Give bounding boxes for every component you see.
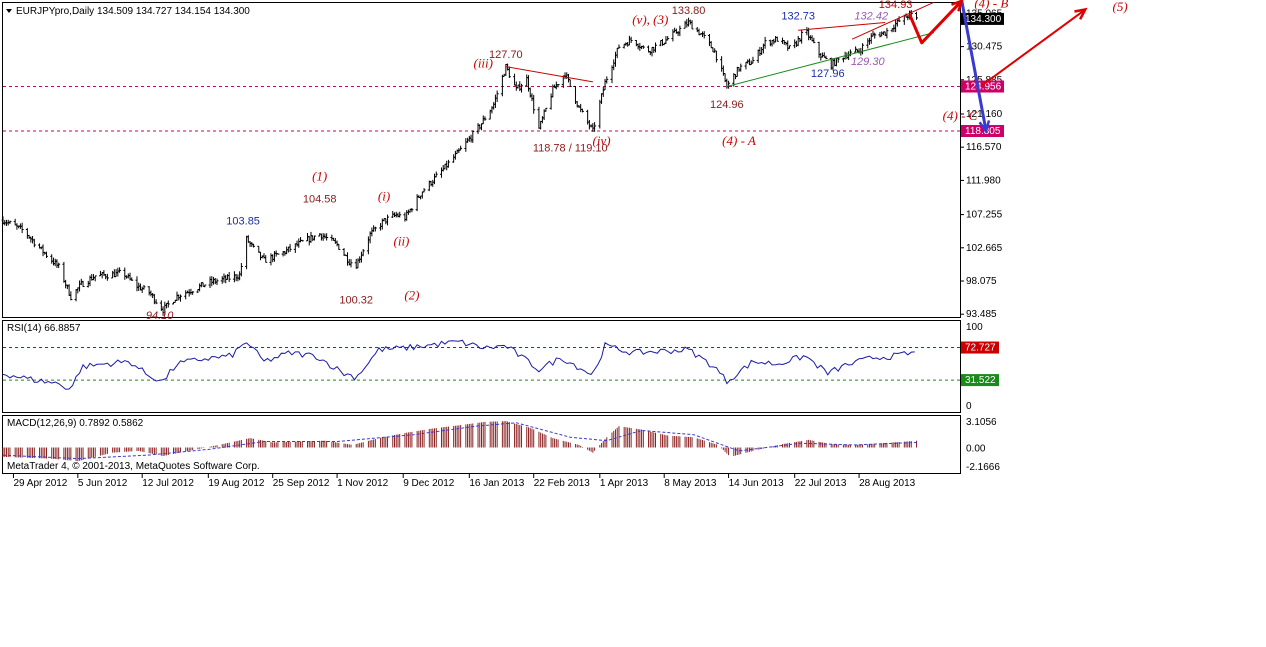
macd-y-tick-label: 3.1056 (966, 417, 997, 428)
macd-title: MACD(12,26,9) 0.7892 0.5862 (7, 418, 144, 429)
rsi-level-label: 31.522 (965, 375, 996, 386)
price-y-tick-label: 98.075 (966, 276, 997, 287)
chart-window: 93.485 98.075 102.665 107.255 111.980 116.570… (1, 0, 1128, 489)
wave-annotation: 127.70 (489, 49, 523, 61)
wave-annotation: (v), (3) (632, 12, 668, 27)
x-tick-label: 1 Apr 2013 (600, 478, 649, 489)
rsi-y-tick-label: 0 (966, 401, 972, 412)
x-axis: 29 Apr 2012 5 Jun 2012 12 Jul 2012 19 Aug 2… (12, 474, 916, 489)
macd-y-tick-label: 0.00 (966, 444, 986, 455)
wave-annotation: (4) - B (974, 0, 1008, 10)
x-tick-label: 9 Dec 2012 (403, 478, 455, 489)
wave-annotation: (4) - C (943, 108, 978, 123)
wave-annotation: 129.30 (851, 56, 886, 68)
wave-annotation: (4) - A (722, 133, 756, 148)
price-y-tick-label: 93.485 (966, 309, 997, 320)
wave-annotation: (1) (312, 168, 327, 183)
wave-annotation: 100.32 (339, 294, 373, 306)
x-tick-label: 29 Apr 2012 (13, 478, 67, 489)
copyright-text: MetaTrader 4, © 2001-2013, MetaQuotes So… (7, 461, 260, 472)
x-tick-label: 5 Jun 2012 (78, 478, 128, 489)
x-tick-label: 12 Jul 2012 (142, 478, 194, 489)
rsi-y-tick-label: 100 (966, 322, 983, 333)
wave-annotation: 132.42 (854, 11, 888, 23)
wave-annotation: (iv) (593, 133, 611, 148)
price-panel (2, 2, 961, 318)
wave-annotation: (i) (378, 189, 390, 204)
wave-annotation: 124.96 (710, 99, 744, 111)
x-tick-label: 25 Sep 2012 (273, 478, 330, 489)
x-tick-label: 16 Jan 2013 (469, 478, 524, 489)
price-y-tick-label: 111.980 (966, 175, 1001, 186)
x-tick-label: 8 May 2013 (664, 478, 717, 489)
wave-annotation: (5) (1112, 0, 1127, 14)
wave-annotation: (ii) (394, 233, 410, 248)
rsi-level-label: 72.727 (965, 343, 996, 354)
wave-annotation: 103.85 (226, 215, 260, 227)
wave-annotation: 104.58 (303, 194, 337, 206)
current-price-label: 134.300 (965, 14, 1002, 25)
x-tick-label: 28 Aug 2013 (859, 478, 916, 489)
rsi-title: RSI(14) 66.8857 (7, 323, 81, 334)
x-tick-label: 22 Feb 2013 (534, 478, 591, 489)
price-y-tick-label: 116.570 (966, 142, 1002, 153)
price-y-tick-label: 102.665 (966, 243, 1003, 254)
macd-y-tick-label: -2.1666 (966, 462, 1000, 473)
wave-annotation: 134.93 (879, 0, 913, 11)
price-y-tick-label: 107.255 (966, 210, 1003, 221)
wave-annotation: 127.96 (811, 68, 845, 80)
symbol-info: EURJPYpro,Daily 134.509 134.727 134.154 … (16, 6, 250, 17)
level-label: 124.956 (965, 82, 1002, 93)
wave-annotation: 94.10 (146, 310, 174, 322)
x-tick-label: 19 Aug 2012 (208, 478, 265, 489)
wave-annotation: (iii) (473, 55, 493, 70)
wave-annotation: (2) (404, 288, 419, 303)
x-tick-label: 22 Jul 2013 (795, 478, 847, 489)
x-tick-label: 1 Nov 2012 (337, 478, 389, 489)
wave-annotation: 132.73 (781, 11, 815, 23)
wave-annotation: 133.80 (672, 5, 706, 17)
x-tick-label: 14 Jun 2013 (729, 478, 784, 489)
